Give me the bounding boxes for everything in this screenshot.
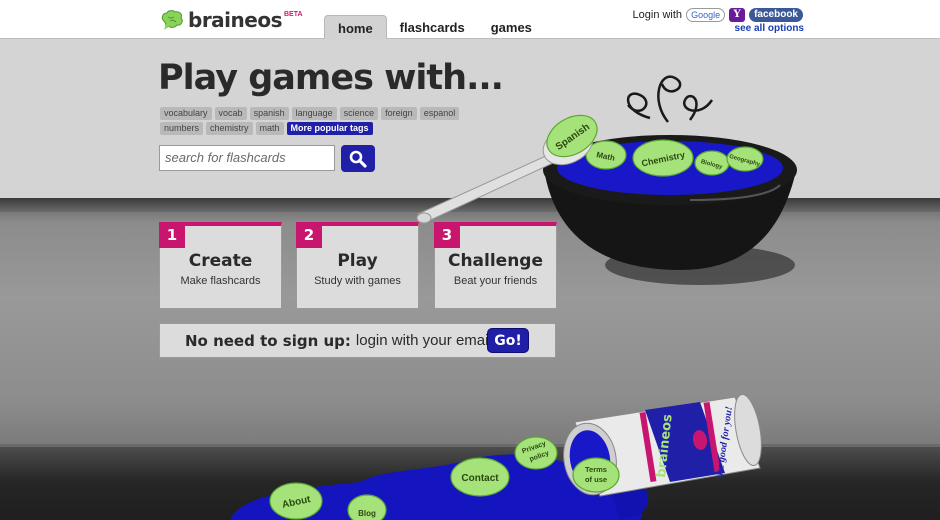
step-number: 3 [434, 222, 460, 248]
footer-link-privacy[interactable]: Privacy policy [514, 436, 558, 470]
svg-text:Terms: Terms [585, 465, 607, 474]
go-button[interactable]: Go! [487, 328, 529, 353]
steam-icon [626, 75, 714, 123]
footer-link-about[interactable]: About [269, 482, 323, 520]
step-subtitle: Study with games [314, 275, 401, 287]
step-title: Create [188, 251, 253, 271]
step-challenge[interactable]: 3 Challenge Beat your friends [434, 222, 557, 309]
footer-link-terms[interactable]: Terms of use [572, 457, 620, 493]
step-number: 1 [159, 222, 185, 248]
email-login-bar: No need to sign up: login with your emai… [159, 323, 556, 358]
footer-link-blog[interactable]: Blog [347, 494, 387, 520]
step-create[interactable]: 1 Create Make flashcards [159, 222, 282, 309]
signup-bold-text: No need to sign up: [185, 331, 351, 350]
svg-text:Blog: Blog [358, 509, 376, 518]
step-title: Play [337, 251, 378, 271]
signup-text: login with your email! [355, 332, 496, 349]
step-play[interactable]: 2 Play Study with games [296, 222, 419, 309]
svg-text:Contact: Contact [461, 473, 499, 484]
step-number: 2 [296, 222, 322, 248]
bowl-brain-geography: Geography [726, 146, 764, 172]
step-title: Challenge [447, 251, 544, 271]
bowl-brain-chemistry: Chemistry [632, 139, 694, 177]
svg-text:of use: of use [585, 475, 607, 484]
step-subtitle: Beat your friends [453, 275, 538, 287]
footer-link-contact[interactable]: Contact [450, 457, 510, 497]
step-subtitle: Make flashcards [180, 275, 261, 287]
bowl-brain-biology: Biology [694, 150, 730, 176]
